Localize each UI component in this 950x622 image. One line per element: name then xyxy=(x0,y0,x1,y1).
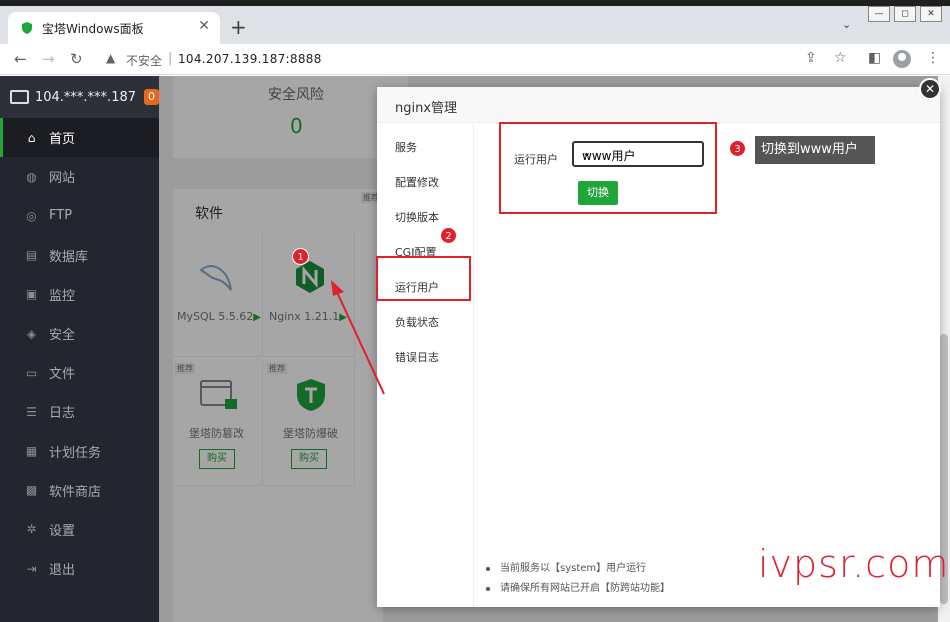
site-watermark: ivpsr.com xyxy=(758,542,950,586)
sidebar-item[interactable]: ◈ 安全 xyxy=(0,314,159,353)
sidebar-item[interactable]: ☰ 日志 xyxy=(0,392,159,431)
help-notes: 当前服务以【system】用户运行 请确保所有网站已开启【防跨站功能】 xyxy=(484,559,670,599)
minimize-button[interactable]: — xyxy=(868,6,890,22)
apps-icon: ▩ xyxy=(25,483,38,498)
nav-service[interactable]: 服务 xyxy=(395,139,417,155)
sidebar-item[interactable]: ▩ 软件商店 xyxy=(0,471,159,510)
folder-icon: ▭ xyxy=(25,365,38,380)
gear-icon: ✲ xyxy=(26,522,37,537)
calendar-icon: ▦ xyxy=(25,444,38,459)
browser-tabstrip: 宝塔Windows面板 ✕ + ⌄ — ◻ ✕ xyxy=(0,0,950,44)
sidebar-item-label: 设置 xyxy=(49,523,76,539)
bt-panel-favicon-icon xyxy=(22,22,32,34)
sidebar-item[interactable]: ✲ 设置 xyxy=(0,510,159,549)
nav-switch-version[interactable]: 切换版本 xyxy=(395,209,439,225)
insecure-label: 不安全 xyxy=(126,54,163,68)
dialog-close-icon[interactable]: ✕ xyxy=(919,78,941,100)
log-icon: ☰ xyxy=(26,404,37,419)
tab-search-icon[interactable]: ⌄ xyxy=(842,18,851,31)
close-window-button[interactable]: ✕ xyxy=(920,6,942,22)
home-icon: ⌂ xyxy=(27,130,36,145)
restore-button[interactable]: ◻ xyxy=(894,6,916,22)
database-icon: ▤ xyxy=(25,248,38,263)
sidebar-item-label: 退出 xyxy=(49,563,76,579)
new-tab-button[interactable]: + xyxy=(230,15,247,39)
side-panel-icon[interactable]: ◧ xyxy=(868,50,881,66)
dialog-nav: 服务 配置修改 切换版本 CGI配置 运行用户 负载状态 错误日志 xyxy=(377,123,474,607)
globe-icon: ◍ xyxy=(26,169,37,184)
logout-icon: ⇥ xyxy=(26,561,37,576)
tab-title: 宝塔Windows面板 xyxy=(42,22,144,36)
nav-error-log[interactable]: 错误日志 xyxy=(395,349,439,365)
sidebar-item-label: 数据库 xyxy=(49,249,89,265)
url-text: 104.207.139.187:8888 xyxy=(178,52,322,66)
nav-config[interactable]: 配置修改 xyxy=(395,174,439,190)
step-marker-3: 3 xyxy=(729,140,746,157)
sidebar-item[interactable]: ⇥ 退出 xyxy=(0,549,159,588)
sidebar-item[interactable]: ◍ 网站 xyxy=(0,157,159,196)
back-icon[interactable]: ← xyxy=(14,50,27,68)
nav-load-status[interactable]: 负载状态 xyxy=(395,314,439,330)
browser-tab[interactable]: 宝塔Windows面板 ✕ xyxy=(8,12,220,44)
ftp-icon: ◎ xyxy=(26,208,37,223)
forward-icon[interactable]: → xyxy=(42,50,55,68)
server-header: 104.***.***.187 0 xyxy=(0,76,159,118)
sidebar-menu: ⌂ 首页 ◍ 网站 ◎ FTP ▤ 数据库 ▣ 监控 ◈ 安全 ▭ 文件 ☰ 日志 ▦ 计划任务 ▩ 软件商店 ✲ 设置 ⇥… xyxy=(0,118,159,588)
sidebar-item-label: 首页 xyxy=(49,132,76,148)
dialog-title: nginx管理 xyxy=(395,101,458,116)
note-item: 当前服务以【system】用户运行 xyxy=(484,559,670,579)
sidebar-item[interactable]: ⌂ 首页 xyxy=(0,118,159,158)
more-menu-icon[interactable]: ⋮ xyxy=(926,50,940,66)
highlight-run-user-form xyxy=(499,122,717,214)
browser-toolbar: ← → ↻ ▲ 不安全 | 104.207.139.187:8888 ⇪ ☆ ◧… xyxy=(0,44,950,75)
address-bar[interactable]: ▲ 不安全 | 104.207.139.187:8888 xyxy=(100,47,830,72)
sidebar-item-label: 文件 xyxy=(49,367,76,383)
sidebar-item[interactable]: ◎ FTP xyxy=(0,196,159,235)
window-top-border xyxy=(0,0,950,6)
step-marker-2: 2 xyxy=(440,227,457,244)
sidebar-item-label: 软件商店 xyxy=(49,484,102,500)
reload-icon[interactable]: ↻ xyxy=(70,50,83,68)
sidebar-item-label: 安全 xyxy=(49,328,76,344)
address-separator: | xyxy=(168,51,173,66)
profile-avatar-icon[interactable] xyxy=(893,50,911,68)
sidebar-item-label: 监控 xyxy=(49,288,76,304)
warning-icon[interactable]: ▲ xyxy=(106,51,115,65)
notification-badge[interactable]: 0 xyxy=(144,89,159,105)
bookmark-star-icon[interactable]: ☆ xyxy=(834,50,847,66)
monitor-icon: ▣ xyxy=(25,287,38,302)
server-ip: 104.***.***.187 xyxy=(34,89,137,105)
tab-close-icon[interactable]: ✕ xyxy=(198,18,210,34)
sidebar-item[interactable]: ▣ 监控 xyxy=(0,275,159,314)
sidebar-item[interactable]: ▦ 计划任务 xyxy=(0,432,159,471)
sidebar-item-label: 日志 xyxy=(49,406,76,422)
sidebar-item-label: 计划任务 xyxy=(49,445,102,461)
sidebar-item[interactable]: ▭ 文件 xyxy=(0,353,159,392)
step-marker-1: 1 xyxy=(292,248,309,265)
monitor-icon xyxy=(10,90,29,104)
sidebar-item-label: 网站 xyxy=(49,171,76,187)
annotation-tip: 切换到www用户 xyxy=(755,136,875,164)
highlight-run-user-nav xyxy=(376,256,471,301)
shield-icon: ◈ xyxy=(26,326,37,341)
sidebar: 104.***.***.187 0 ⌂ 首页 ◍ 网站 ◎ FTP ▤ 数据库 ▣ 监控 ◈ 安全 ▭ 文… xyxy=(0,76,159,622)
dialog-header: nginx管理 xyxy=(377,87,940,123)
share-icon[interactable]: ⇪ xyxy=(805,50,817,66)
window-controls: — ◻ ✕ xyxy=(868,6,942,22)
note-item: 请确保所有网站已开启【防跨站功能】 xyxy=(484,579,670,599)
sidebar-item[interactable]: ▤ 数据库 xyxy=(0,236,159,275)
sidebar-item-label: FTP xyxy=(49,208,73,224)
